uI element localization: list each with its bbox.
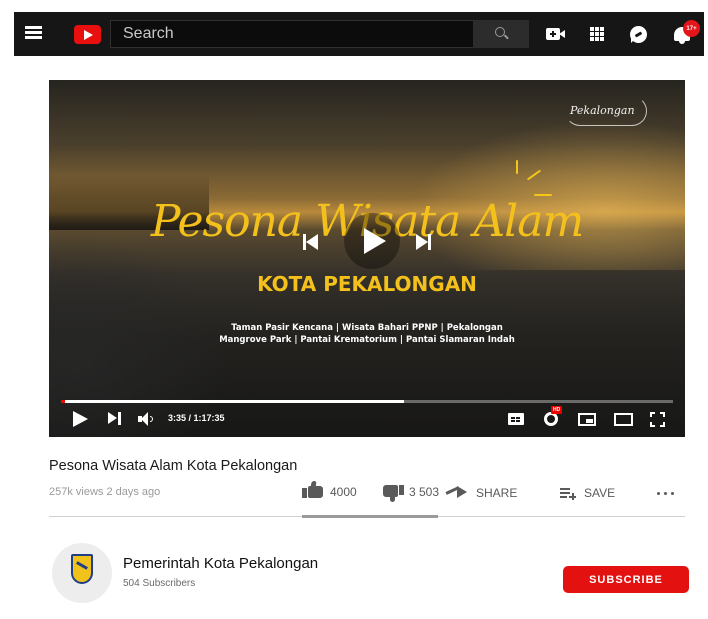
apps-icon[interactable] — [590, 27, 604, 41]
hd-badge: HD — [551, 406, 563, 414]
play-icon[interactable] — [344, 213, 400, 269]
settings-gear-icon[interactable] — [544, 412, 558, 426]
create-video-icon[interactable] — [546, 28, 565, 40]
like-icon[interactable] — [302, 481, 324, 498]
menu-icon[interactable] — [25, 26, 42, 40]
miniplayer-icon[interactable] — [578, 413, 596, 426]
subscribe-button[interactable]: SUBSCRIBE — [563, 566, 689, 593]
like-ratio-bar — [302, 515, 438, 518]
video-overlay-caption: Taman Pasir Kencana | Wisata Bahari PPNP… — [49, 322, 685, 346]
captions-icon[interactable] — [508, 413, 524, 425]
search-input[interactable] — [111, 21, 473, 47]
center-controls — [300, 213, 436, 269]
channel-avatar[interactable] — [52, 543, 112, 603]
channel-watermark: Pekalongan — [570, 104, 635, 117]
fullscreen-icon[interactable] — [650, 412, 665, 427]
next-button[interactable] — [108, 412, 122, 426]
time-display: 3:35 / 1:17:35 — [168, 413, 225, 423]
buffer-fill — [61, 400, 404, 403]
video-title: Pesona Wisata Alam Kota Pekalongan — [49, 458, 298, 474]
save-playlist-icon[interactable] — [560, 488, 576, 500]
share-button[interactable]: SHARE — [476, 486, 517, 500]
search-button[interactable] — [473, 20, 529, 48]
caption-line-2: Mangrove Park | Pantai Krematorium | Pan… — [219, 335, 515, 345]
progress-bar[interactable] — [61, 400, 673, 403]
city-crest-icon — [71, 554, 93, 584]
like-count[interactable]: 4000 — [330, 485, 357, 499]
youtube-logo-icon[interactable] — [74, 25, 101, 44]
play-button[interactable] — [73, 411, 88, 427]
caption-line-1: Taman Pasir Kencana | Wisata Bahari PPNP… — [231, 323, 503, 333]
volume-icon[interactable] — [138, 412, 156, 426]
chat-icon[interactable] — [630, 26, 647, 43]
video-meta: 257k views 2 days ago — [49, 486, 161, 498]
theater-mode-icon[interactable] — [614, 413, 633, 426]
notification-badge: 17+ — [683, 20, 700, 37]
search-box[interactable] — [110, 20, 473, 48]
played-fill — [61, 400, 65, 403]
dislike-icon[interactable] — [382, 485, 404, 502]
more-icon[interactable] — [657, 492, 675, 496]
dislike-count[interactable]: 3 503 — [409, 485, 439, 499]
video-overlay-subtitle: KOTA PEKALONGAN — [257, 272, 477, 296]
share-icon[interactable] — [445, 486, 470, 498]
subscriber-count: 504 Subscribers — [123, 578, 196, 589]
save-button[interactable]: SAVE — [584, 486, 615, 500]
skip-previous-icon[interactable] — [300, 232, 320, 252]
channel-name[interactable]: Pemerintah Kota Pekalongan — [123, 555, 318, 572]
skip-next-icon[interactable] — [414, 232, 434, 252]
